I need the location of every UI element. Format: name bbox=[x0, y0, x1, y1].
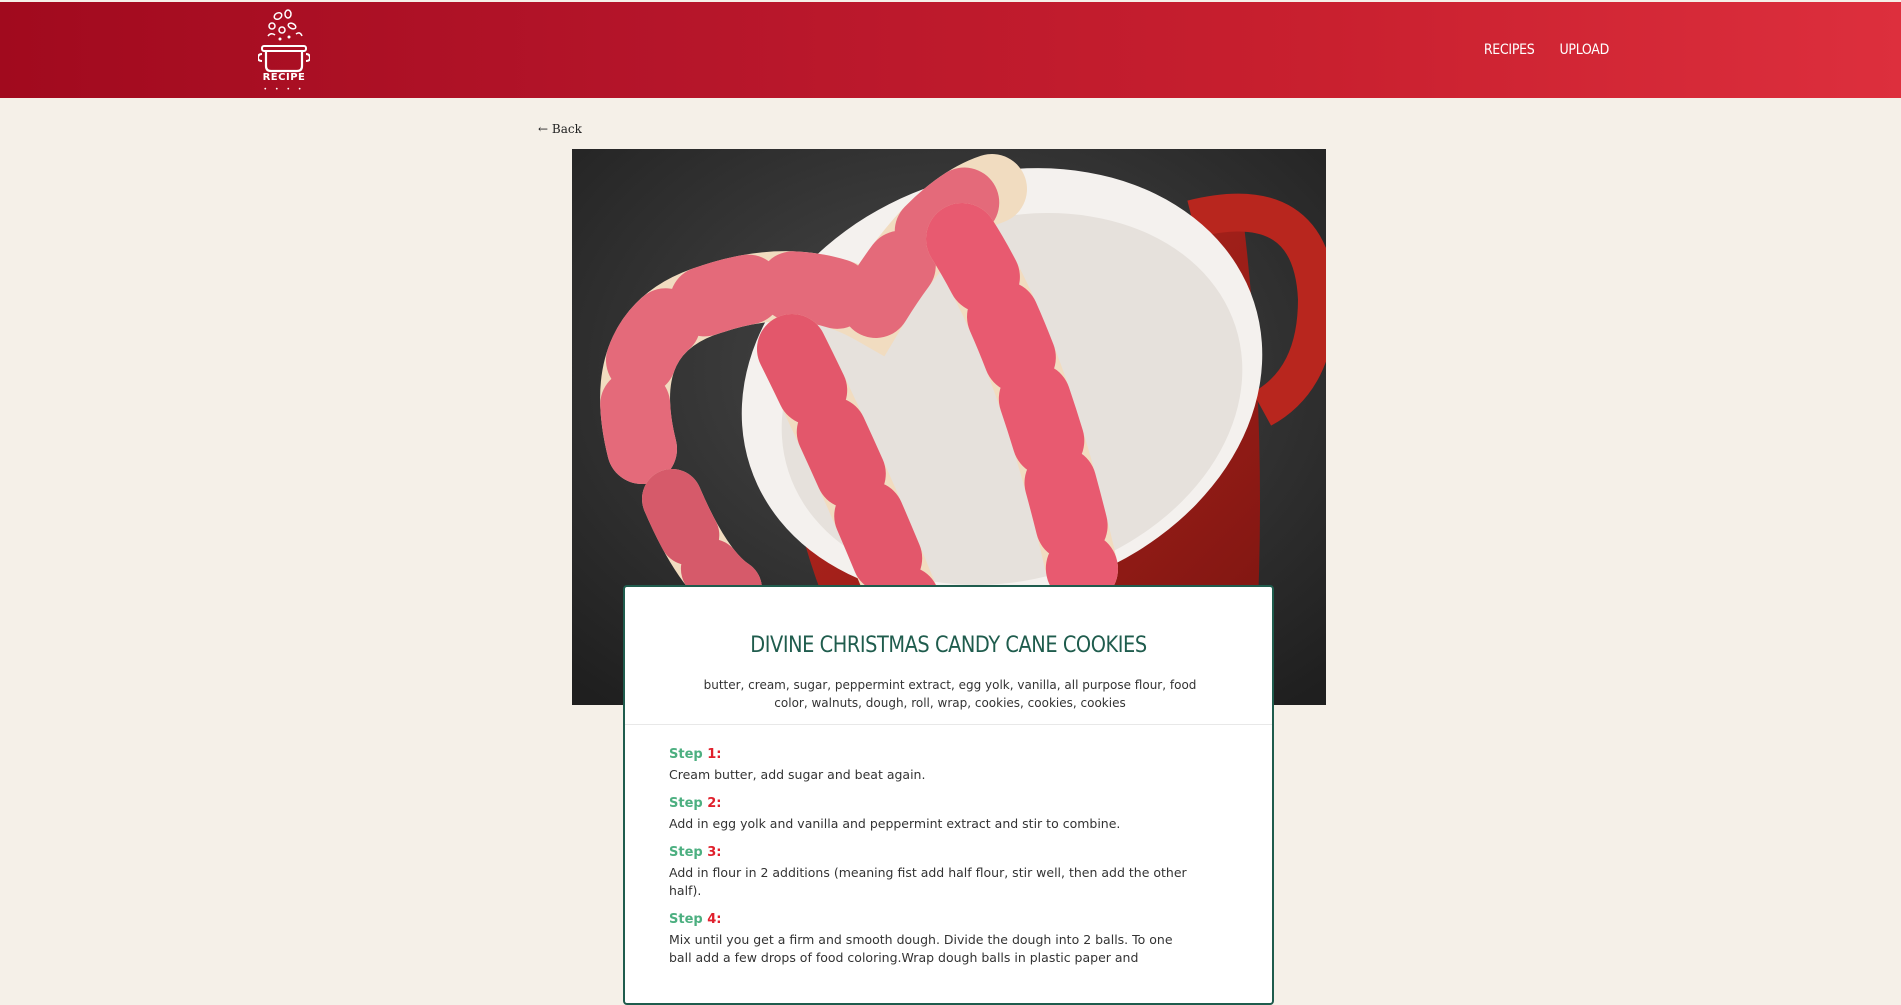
site-header: RECIPE • • • • RECIPES UPLOAD bbox=[0, 2, 1901, 98]
recipe-steps: Step 1: Cream butter, add sugar and beat… bbox=[669, 747, 1189, 979]
step-label: Step 2: bbox=[669, 796, 1189, 811]
logo-subtext: • • • • bbox=[263, 86, 305, 93]
step-text: Mix until you get a firm and smooth doug… bbox=[669, 932, 1173, 965]
logo-wordmark: RECIPE bbox=[262, 72, 306, 83]
step-text: Add in egg yolk and vanilla and peppermi… bbox=[669, 816, 1121, 831]
step-number: 3: bbox=[707, 845, 722, 860]
step-word: Step bbox=[669, 747, 703, 762]
back-link[interactable]: ← Back bbox=[538, 122, 582, 136]
step-item: Step 4: Mix until you get a firm and smo… bbox=[669, 912, 1189, 967]
step-item: Step 2: Add in egg yolk and vanilla and … bbox=[669, 796, 1189, 833]
step-word: Step bbox=[669, 845, 703, 860]
step-number: 4: bbox=[707, 912, 722, 927]
step-text: Add in flour in 2 additions (meaning fis… bbox=[669, 865, 1187, 898]
main-nav: RECIPES UPLOAD bbox=[1484, 42, 1609, 58]
step-item: Step 3: Add in flour in 2 additions (mea… bbox=[669, 845, 1189, 900]
step-label: Step 4: bbox=[669, 912, 1189, 927]
step-word: Step bbox=[669, 796, 703, 811]
recipe-title: DIVINE CHRISTMAS CANDY CANE COOKIES bbox=[750, 633, 1147, 658]
step-word: Step bbox=[669, 912, 703, 927]
step-item: Step 1: Cream butter, add sugar and beat… bbox=[669, 747, 1189, 784]
recipe-card: DIVINE CHRISTMAS CANDY CANE COOKIES butt… bbox=[623, 585, 1274, 1005]
step-label: Step 3: bbox=[669, 845, 1189, 860]
step-label: Step 1: bbox=[669, 747, 1189, 762]
step-number: 1: bbox=[707, 747, 722, 762]
step-number: 2: bbox=[707, 796, 722, 811]
recipe-ingredients: butter, cream, sugar, peppermint extract… bbox=[703, 678, 1197, 710]
step-text: Cream butter, add sugar and beat again. bbox=[669, 767, 926, 782]
card-divider bbox=[625, 724, 1272, 725]
nav-upload-link[interactable]: UPLOAD bbox=[1559, 42, 1609, 58]
nav-recipes-link[interactable]: RECIPES bbox=[1484, 42, 1535, 58]
